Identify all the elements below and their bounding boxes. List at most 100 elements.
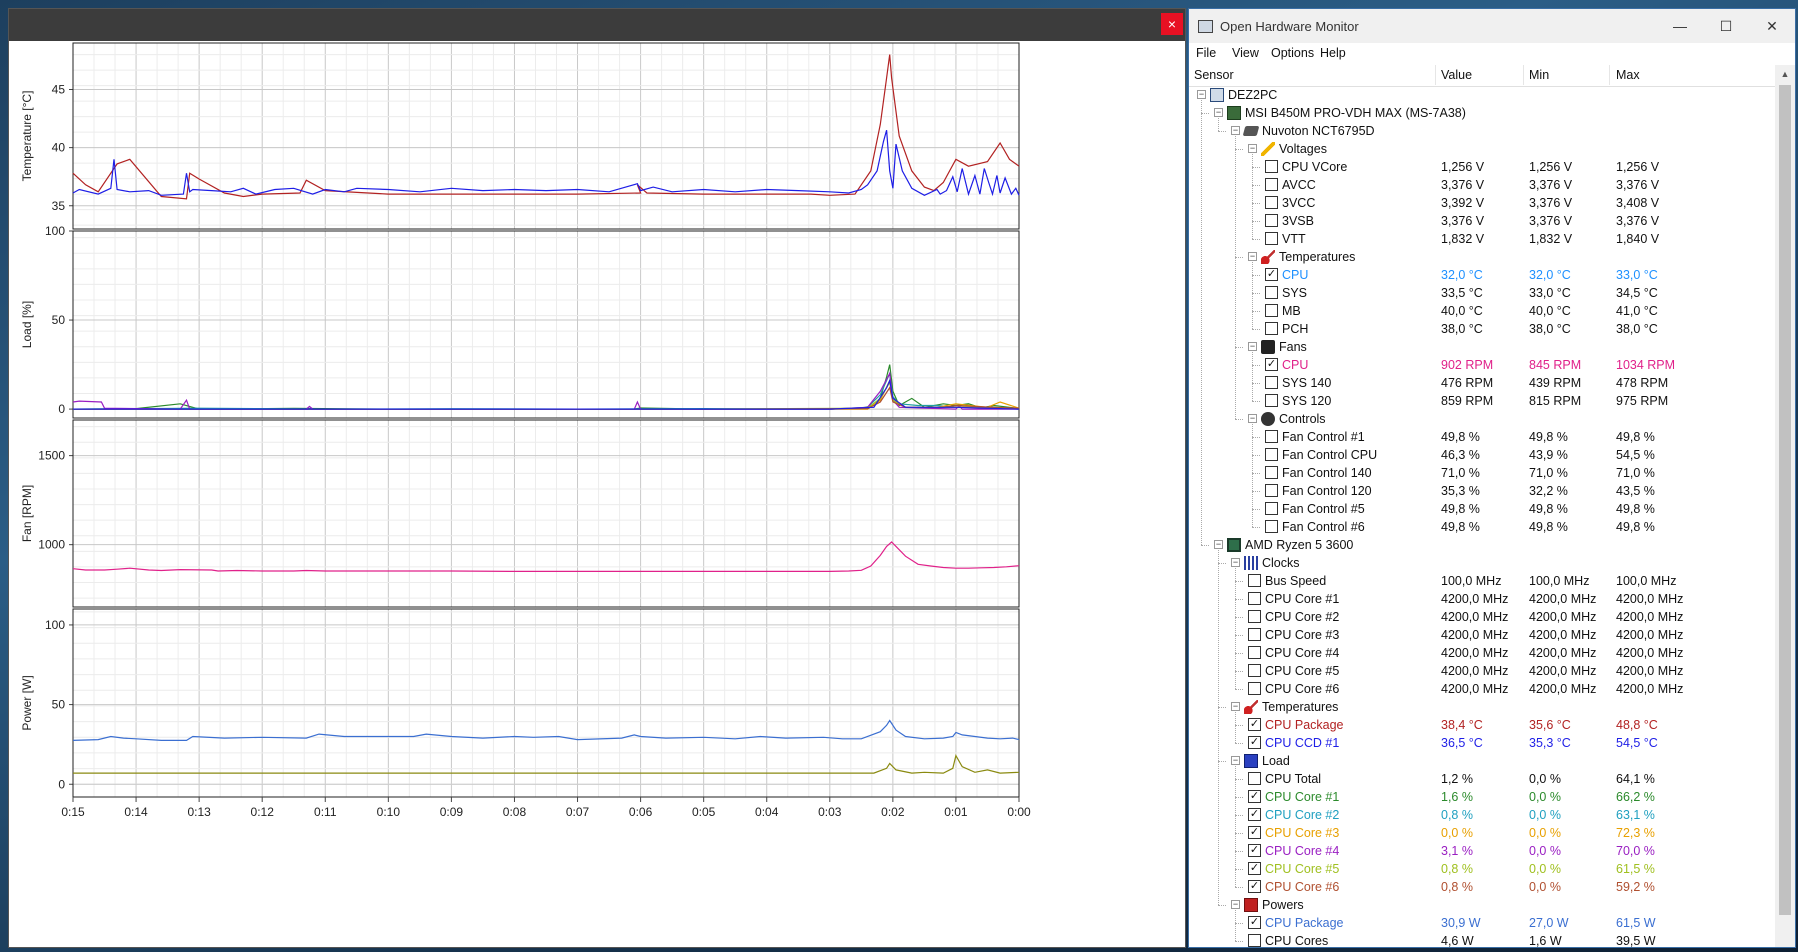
column-separator[interactable] xyxy=(1609,65,1610,85)
tree-node[interactable]: − Temperatures xyxy=(1189,698,1775,716)
scroll-thumb[interactable] xyxy=(1779,85,1791,915)
checkbox[interactable] xyxy=(1248,682,1261,695)
checkbox[interactable] xyxy=(1265,322,1278,335)
sensor-row[interactable]: CPU Core #6 4200,0 MHz 4200,0 MHz 4200,0 MH… xyxy=(1189,680,1775,698)
checkbox[interactable] xyxy=(1265,484,1278,497)
sensor-row[interactable]: SYS 140 476 RPM 439 RPM 478 RPM xyxy=(1189,374,1775,392)
checkbox[interactable] xyxy=(1248,574,1261,587)
minimize-button[interactable]: — xyxy=(1657,9,1703,43)
sensor-row[interactable]: Fan Control CPU 46,3 % 43,9 % 54,5 % xyxy=(1189,446,1775,464)
sensor-row[interactable]: Fan Control 140 71,0 % 71,0 % 71,0 % xyxy=(1189,464,1775,482)
sensor-row[interactable]: CPU VCore 1,256 V 1,256 V 1,256 V xyxy=(1189,158,1775,176)
checkbox[interactable] xyxy=(1265,214,1278,227)
checkbox-checked[interactable]: ✓ xyxy=(1265,268,1278,281)
checkbox-checked[interactable]: ✓ xyxy=(1248,736,1261,749)
sensor-row[interactable]: ✓ CPU Core #4 3,1 % 0,0 % 70,0 % xyxy=(1189,842,1775,860)
tree-node[interactable]: − MSI B450M PRO-VDH MAX (MS-7A38) xyxy=(1189,104,1775,122)
checkbox-checked[interactable]: ✓ xyxy=(1248,916,1261,929)
tree-node[interactable]: − Powers xyxy=(1189,896,1775,914)
checkbox[interactable] xyxy=(1248,772,1261,785)
checkbox-checked[interactable]: ✓ xyxy=(1248,718,1261,731)
sensor-row[interactable]: CPU Core #3 4200,0 MHz 4200,0 MHz 4200,0 MH… xyxy=(1189,626,1775,644)
checkbox[interactable] xyxy=(1265,178,1278,191)
collapse-toggle-icon[interactable]: − xyxy=(1231,702,1240,711)
tree-node[interactable]: − DEZ2PC xyxy=(1189,86,1775,104)
tree-node[interactable]: − Nuvoton NCT6795D xyxy=(1189,122,1775,140)
sensor-row[interactable]: VTT 1,832 V 1,832 V 1,840 V xyxy=(1189,230,1775,248)
collapse-toggle-icon[interactable]: − xyxy=(1231,900,1240,909)
sensor-row[interactable]: ✓ CPU Core #2 0,8 % 0,0 % 63,1 % xyxy=(1189,806,1775,824)
column-sensor[interactable]: Sensor xyxy=(1194,68,1234,82)
sensor-row[interactable]: CPU Total 1,2 % 0,0 % 64,1 % xyxy=(1189,770,1775,788)
checkbox-checked[interactable]: ✓ xyxy=(1265,358,1278,371)
sensor-row[interactable]: ✓ CPU Core #1 1,6 % 0,0 % 66,2 % xyxy=(1189,788,1775,806)
sensor-row[interactable]: CPU Core #4 4200,0 MHz 4200,0 MHz 4200,0 MH… xyxy=(1189,644,1775,662)
collapse-toggle-icon[interactable]: − xyxy=(1214,540,1223,549)
sensor-row[interactable]: Fan Control 120 35,3 % 32,2 % 43,5 % xyxy=(1189,482,1775,500)
tree-node[interactable]: − Controls xyxy=(1189,410,1775,428)
sensor-row[interactable]: ✓ CPU Package 38,4 °C 35,6 °C 48,8 °C xyxy=(1189,716,1775,734)
sensor-row[interactable]: 3VSB 3,376 V 3,376 V 3,376 V xyxy=(1189,212,1775,230)
collapse-toggle-icon[interactable]: − xyxy=(1248,144,1257,153)
checkbox-checked[interactable]: ✓ xyxy=(1248,790,1261,803)
checkbox[interactable] xyxy=(1248,646,1261,659)
checkbox[interactable] xyxy=(1265,394,1278,407)
sensor-row[interactable]: CPU Cores 4,6 W 1,6 W 39,5 W xyxy=(1189,932,1775,947)
checkbox[interactable] xyxy=(1265,376,1278,389)
collapse-toggle-icon[interactable]: − xyxy=(1214,108,1223,117)
sensor-row[interactable]: ✓ CPU Core #6 0,8 % 0,0 % 59,2 % xyxy=(1189,878,1775,896)
checkbox[interactable] xyxy=(1265,304,1278,317)
checkbox[interactable] xyxy=(1265,520,1278,533)
sensor-row[interactable]: MB 40,0 °C 40,0 °C 41,0 °C xyxy=(1189,302,1775,320)
sensor-row[interactable]: ✓ CPU CCD #1 36,5 °C 35,3 °C 54,5 °C xyxy=(1189,734,1775,752)
collapse-toggle-icon[interactable]: − xyxy=(1231,558,1240,567)
sensor-row[interactable]: Fan Control #1 49,8 % 49,8 % 49,8 % xyxy=(1189,428,1775,446)
sensor-row[interactable]: Bus Speed 100,0 MHz 100,0 MHz 100,0 MHz xyxy=(1189,572,1775,590)
sensor-row[interactable]: ✓ CPU Core #3 0,0 % 0,0 % 72,3 % xyxy=(1189,824,1775,842)
checkbox[interactable] xyxy=(1265,232,1278,245)
sensor-row[interactable]: PCH 38,0 °C 38,0 °C 38,0 °C xyxy=(1189,320,1775,338)
collapse-toggle-icon[interactable]: − xyxy=(1231,126,1240,135)
checkbox[interactable] xyxy=(1265,466,1278,479)
column-min[interactable]: Min xyxy=(1529,68,1549,82)
checkbox[interactable] xyxy=(1265,160,1278,173)
collapse-toggle-icon[interactable]: − xyxy=(1248,252,1257,261)
sensor-row[interactable]: SYS 120 859 RPM 815 RPM 975 RPM xyxy=(1189,392,1775,410)
column-separator[interactable] xyxy=(1523,65,1524,85)
checkbox[interactable] xyxy=(1265,448,1278,461)
sensor-row[interactable]: Fan Control #5 49,8 % 49,8 % 49,8 % xyxy=(1189,500,1775,518)
checkbox[interactable] xyxy=(1265,286,1278,299)
collapse-toggle-icon[interactable]: − xyxy=(1197,90,1206,99)
sensor-row[interactable]: CPU Core #2 4200,0 MHz 4200,0 MHz 4200,0 MH… xyxy=(1189,608,1775,626)
collapse-toggle-icon[interactable]: − xyxy=(1231,756,1240,765)
tree-node[interactable]: − Load xyxy=(1189,752,1775,770)
column-separator[interactable] xyxy=(1435,65,1436,85)
vertical-scrollbar[interactable]: ▲ xyxy=(1775,65,1795,947)
tree-node[interactable]: − AMD Ryzen 5 3600 xyxy=(1189,536,1775,554)
tree-node[interactable]: − Fans xyxy=(1189,338,1775,356)
sensor-row[interactable]: ✓ CPU 902 RPM 845 RPM 1034 RPM xyxy=(1189,356,1775,374)
sensor-row[interactable]: SYS 33,5 °C 33,0 °C 34,5 °C xyxy=(1189,284,1775,302)
menu-help[interactable]: Help xyxy=(1320,46,1346,60)
scroll-up-arrow-icon[interactable]: ▲ xyxy=(1775,65,1795,83)
sensor-row[interactable]: ✓ CPU Package 30,9 W 27,0 W 61,5 W xyxy=(1189,914,1775,932)
column-value[interactable]: Value xyxy=(1441,68,1472,82)
checkbox[interactable] xyxy=(1265,430,1278,443)
checkbox-checked[interactable]: ✓ xyxy=(1248,844,1261,857)
sensor-row[interactable]: ✓ CPU Core #5 0,8 % 0,0 % 61,5 % xyxy=(1189,860,1775,878)
sensor-row[interactable]: AVCC 3,376 V 3,376 V 3,376 V xyxy=(1189,176,1775,194)
sensor-row[interactable]: 3VCC 3,392 V 3,376 V 3,408 V xyxy=(1189,194,1775,212)
checkbox-checked[interactable]: ✓ xyxy=(1248,808,1261,821)
checkbox[interactable] xyxy=(1265,196,1278,209)
collapse-toggle-icon[interactable]: − xyxy=(1248,414,1257,423)
checkbox[interactable] xyxy=(1248,610,1261,623)
checkbox-checked[interactable]: ✓ xyxy=(1248,862,1261,875)
checkbox[interactable] xyxy=(1248,934,1261,947)
checkbox-checked[interactable]: ✓ xyxy=(1248,880,1261,893)
sensor-row[interactable]: ✓ CPU 32,0 °C 32,0 °C 33,0 °C xyxy=(1189,266,1775,284)
checkbox[interactable] xyxy=(1248,592,1261,605)
tree-node[interactable]: − Voltages xyxy=(1189,140,1775,158)
checkbox[interactable] xyxy=(1248,664,1261,677)
checkbox[interactable] xyxy=(1248,628,1261,641)
sensor-row[interactable]: CPU Core #5 4200,0 MHz 4200,0 MHz 4200,0 MH… xyxy=(1189,662,1775,680)
